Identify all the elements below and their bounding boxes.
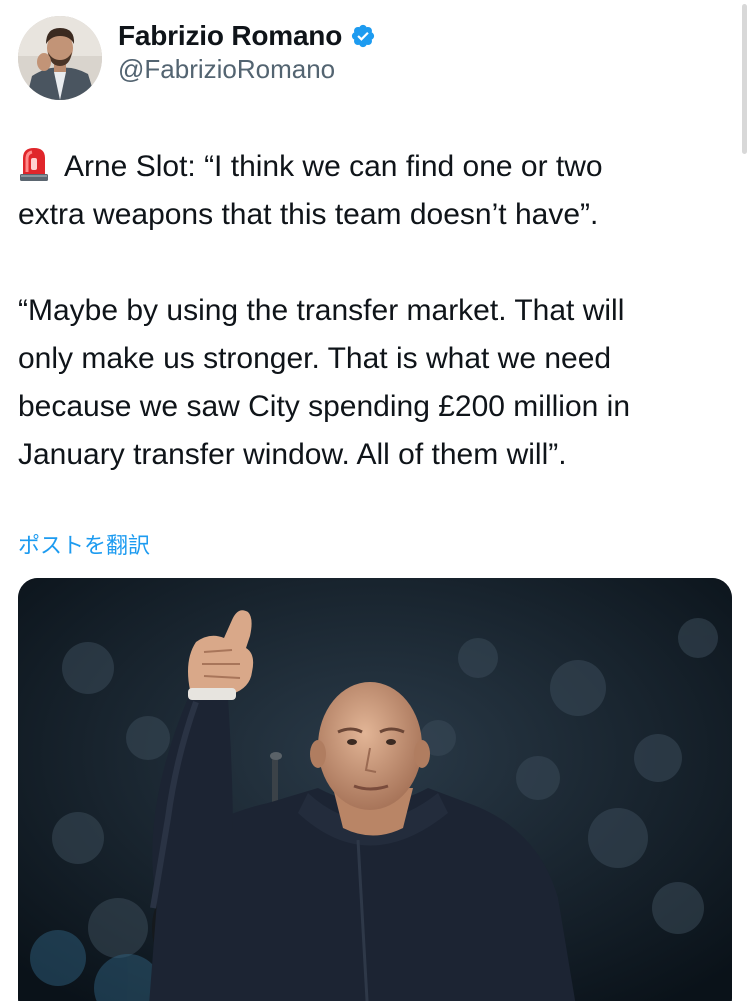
handle[interactable]: @FabrizioRomano [118, 54, 376, 85]
tweet-line-text: Arne Slot: “I think we can find one or t… [64, 150, 603, 183]
rotating-light-icon [18, 144, 50, 182]
tweet-text: Arne Slot: “I think we can find one or t… [18, 143, 718, 479]
tweet-line: because we saw City spending £200 millio… [18, 390, 631, 423]
author-names: Fabrizio Romano @FabrizioRomano [118, 18, 376, 85]
tweet-line: January transfer window. All of them wil… [18, 438, 567, 471]
translate-post-link[interactable]: ポストを翻訳 [18, 528, 150, 560]
scrollbar[interactable] [742, 4, 747, 154]
name-row: Fabrizio Romano [118, 18, 376, 54]
display-name[interactable]: Fabrizio Romano [118, 20, 342, 52]
tweet-line: only make us stronger. That is what we n… [18, 342, 612, 375]
man-thumbs-up-photo [18, 578, 732, 1001]
tweet-line: extra weapons that this team doesn’t hav… [18, 198, 599, 231]
tweet-media-photo[interactable] [18, 578, 732, 1001]
avatar[interactable] [18, 16, 102, 100]
tweet-line: Arne Slot: “I think we can find one or t… [18, 143, 718, 191]
tweet-header: Fabrizio Romano @FabrizioRomano [18, 16, 376, 100]
tweet-line: “Maybe by using the transfer market. Tha… [18, 294, 625, 327]
verified-badge-icon [350, 23, 376, 49]
